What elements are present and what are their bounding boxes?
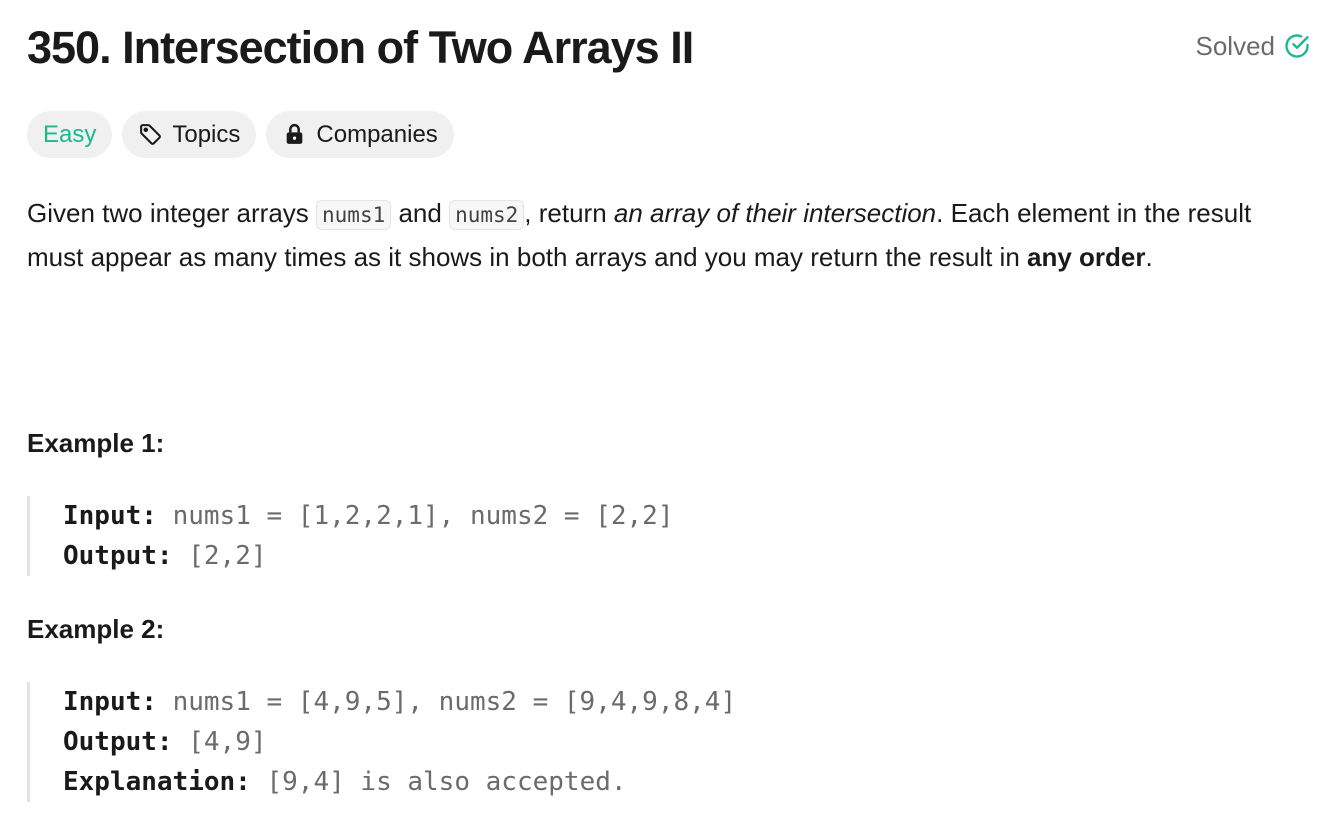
solved-status: Solved	[1196, 31, 1312, 61]
input-label: Input:	[63, 501, 157, 531]
example-2-title: Example 2:	[27, 614, 165, 644]
statement-strong: any order	[1027, 242, 1146, 272]
statement-emphasis: an array of their intersection	[613, 198, 937, 228]
problem-description-panel: 350. Intersection of Two Arrays II Solve…	[27, 0, 1311, 822]
problem-title[interactable]: 350. Intersection of Two Arrays II	[27, 20, 694, 76]
problem-tags: Easy Topics Companies	[27, 111, 454, 158]
problem-statement: Given two integer arrays nums1 and nums2…	[27, 192, 1287, 278]
problem-header: 350. Intersection of Two Arrays II Solve…	[27, 20, 1311, 80]
input-label: Input:	[63, 687, 157, 717]
inline-code-nums2: nums2	[449, 200, 525, 230]
difficulty-label: Easy	[43, 120, 97, 148]
output-label: Output:	[63, 727, 173, 757]
solved-label: Solved	[1195, 31, 1276, 61]
example-2-input: Input: nums1 = [4,9,5], nums2 = [9,4,9,8…	[63, 682, 736, 722]
check-circle-icon	[1283, 32, 1311, 60]
explanation-label: Explanation:	[63, 767, 251, 797]
companies-button[interactable]: Companies	[266, 111, 454, 158]
topics-button[interactable]: Topics	[122, 111, 257, 158]
example-2-output: Output: [4,9]	[63, 722, 736, 762]
example-2-explanation: Explanation: [9,4] is also accepted.	[63, 762, 736, 802]
statement-text: .	[1145, 242, 1153, 272]
companies-label: Companies	[316, 120, 438, 148]
input-value: nums1 = [1,2,2,1], nums2 = [2,2]	[156, 501, 674, 531]
tag-icon	[138, 122, 163, 147]
topics-label: Topics	[172, 120, 241, 148]
output-value: [2,2]	[172, 541, 267, 571]
input-value: nums1 = [4,9,5], nums2 = [9,4,9,8,4]	[156, 687, 737, 717]
example-1-output: Output: [2,2]	[63, 536, 673, 576]
statement-text: , return	[524, 198, 614, 228]
output-value: [4,9]	[172, 727, 267, 757]
example-1-block: Input: nums1 = [1,2,2,1], nums2 = [2,2] O…	[27, 496, 673, 576]
example-1-input: Input: nums1 = [1,2,2,1], nums2 = [2,2]	[63, 496, 673, 536]
lock-icon	[282, 122, 307, 147]
example-1-title: Example 1:	[27, 428, 165, 458]
statement-text: and	[391, 198, 450, 228]
output-label: Output:	[63, 541, 173, 571]
explanation-value: [9,4] is also accepted.	[250, 767, 627, 797]
inline-code-nums1: nums1	[316, 200, 392, 230]
difficulty-badge[interactable]: Easy	[27, 111, 113, 158]
statement-text: Given two integer arrays	[27, 198, 317, 228]
example-2-block: Input: nums1 = [4,9,5], nums2 = [9,4,9,8…	[27, 682, 736, 802]
